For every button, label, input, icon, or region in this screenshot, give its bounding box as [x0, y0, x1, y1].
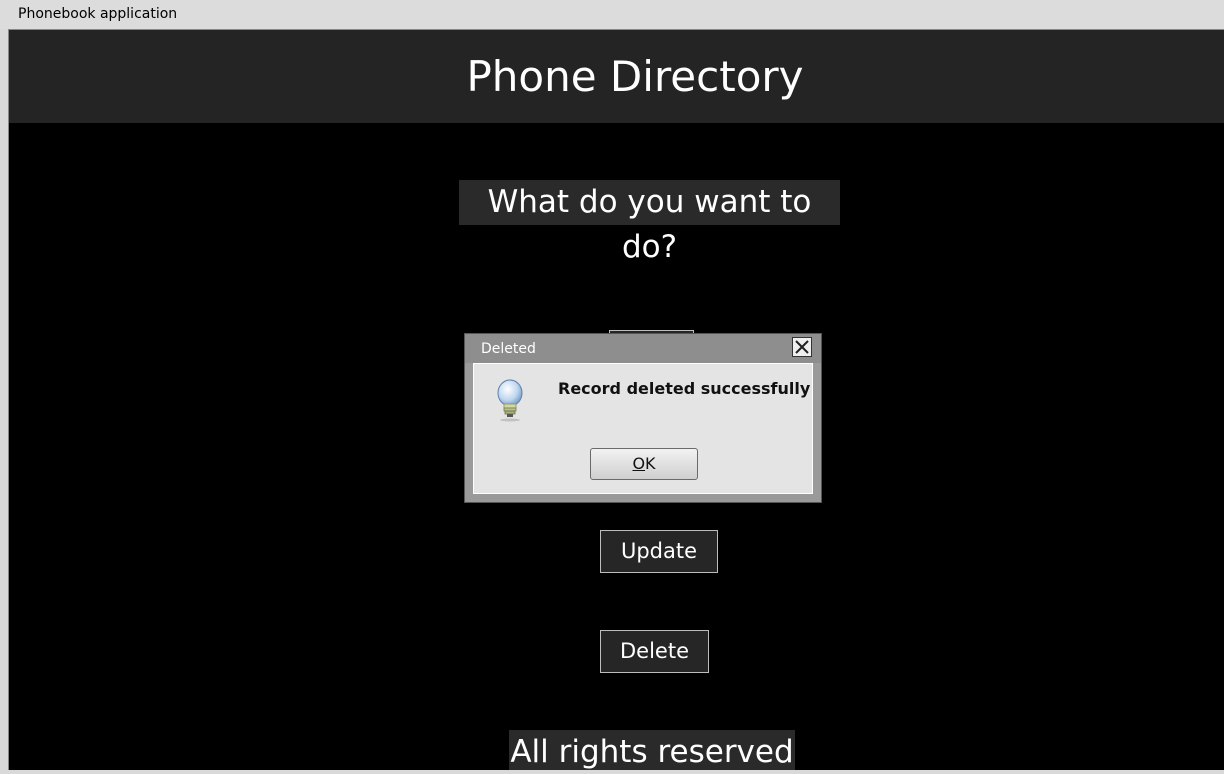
deleted-dialog: Deleted Record deleted successfully OK	[464, 333, 822, 503]
close-button[interactable]	[792, 337, 812, 357]
window-titlebar: Phonebook application	[0, 0, 1224, 29]
ok-mnemonic: O	[632, 454, 646, 473]
close-icon	[795, 340, 809, 354]
footer-label: All rights reserved	[509, 730, 795, 770]
window-title: Phonebook application	[18, 6, 178, 22]
dialog-message: Record deleted successfully	[558, 379, 811, 398]
page-title: Phone Directory	[466, 52, 804, 101]
ok-button[interactable]: OK	[590, 448, 698, 480]
delete-button[interactable]: Delete	[600, 630, 709, 673]
header-bar: Phone Directory	[9, 30, 1224, 123]
lightbulb-icon	[497, 379, 523, 422]
prompt-label: What do you want to do?	[459, 180, 840, 265]
ok-label-rest: K	[645, 454, 656, 473]
dialog-titlebar[interactable]: Deleted	[465, 334, 821, 363]
update-button[interactable]: Update	[600, 530, 718, 573]
dialog-title: Deleted	[481, 341, 536, 357]
dialog-body: Record deleted successfully OK	[473, 363, 813, 494]
